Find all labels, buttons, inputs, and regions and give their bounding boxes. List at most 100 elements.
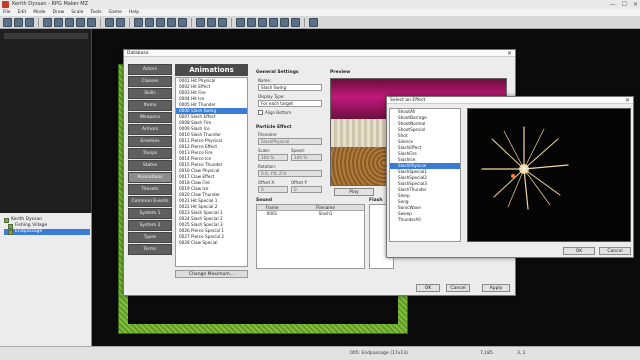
zoom-actual-icon[interactable] bbox=[218, 17, 227, 27]
effect-cancel-button[interactable]: Cancel bbox=[599, 247, 631, 255]
cut-icon[interactable] bbox=[43, 17, 52, 27]
delete-icon[interactable] bbox=[76, 17, 85, 27]
change-maximum-button[interactable]: Change Maximum... bbox=[175, 270, 248, 278]
cancel-button[interactable]: Cancel bbox=[446, 284, 470, 292]
play-button[interactable]: Play bbox=[334, 188, 374, 196]
menu-mode[interactable]: Mode bbox=[33, 9, 45, 16]
shadow-pen-icon[interactable] bbox=[178, 17, 187, 27]
animations-list[interactable]: 0001 Hit Physical 0002 Hit Effect 0003 H… bbox=[175, 77, 248, 267]
tree-item-map-selected[interactable]: Endpassage bbox=[4, 229, 90, 235]
effect-dialog-title-bar: Select an Effect ✕ bbox=[387, 97, 633, 104]
playtest-icon[interactable] bbox=[309, 17, 318, 27]
rotation-field[interactable]: 0.0, Y:0, Z:0 bbox=[258, 170, 322, 177]
open-project-icon[interactable] bbox=[14, 17, 23, 27]
event-mode-icon[interactable] bbox=[116, 17, 125, 27]
category-common-events[interactable]: Common Events bbox=[128, 196, 172, 207]
category-skills[interactable]: Skills bbox=[128, 88, 172, 99]
new-project-icon[interactable] bbox=[3, 17, 12, 27]
map-icon bbox=[8, 223, 13, 229]
category-classes[interactable]: Classes bbox=[128, 76, 172, 87]
category-states[interactable]: States bbox=[128, 160, 172, 171]
list-item[interactable]: ThunderAll bbox=[390, 217, 460, 223]
undo-icon[interactable] bbox=[87, 17, 96, 27]
category-animations[interactable]: Animations bbox=[128, 172, 172, 183]
category-armors[interactable]: Armors bbox=[128, 124, 172, 135]
map-mode-icon[interactable] bbox=[105, 17, 114, 27]
rotation-label: Rotation: bbox=[258, 164, 277, 169]
flash-header: Flash bbox=[369, 198, 383, 203]
category-types[interactable]: Types bbox=[128, 232, 172, 243]
name-label: Name: bbox=[258, 78, 272, 83]
app-icon bbox=[2, 1, 9, 8]
scale-label: Scale: bbox=[258, 148, 271, 153]
slash-burst-graphic bbox=[481, 126, 569, 210]
offset-x-field[interactable]: 0 bbox=[258, 186, 288, 193]
maximize-button[interactable]: ☐ bbox=[622, 0, 627, 9]
ok-button[interactable]: OK bbox=[416, 284, 440, 292]
copy-icon[interactable] bbox=[54, 17, 63, 27]
category-actors[interactable]: Actors bbox=[128, 64, 172, 75]
category-weapons[interactable]: Weapons bbox=[128, 112, 172, 123]
menu-help[interactable]: Help bbox=[129, 9, 139, 16]
align-bottom-option[interactable]: Align Bottom bbox=[258, 110, 291, 115]
minimize-button[interactable]: — bbox=[610, 0, 616, 9]
database-icon[interactable] bbox=[236, 17, 245, 27]
save-project-icon[interactable] bbox=[25, 17, 34, 27]
align-bottom-checkbox[interactable] bbox=[258, 110, 263, 115]
tileset-palette[interactable] bbox=[0, 29, 92, 213]
speed-label: Speed: bbox=[291, 148, 305, 153]
close-button[interactable]: ✕ bbox=[633, 0, 638, 9]
category-system-1[interactable]: System 1 bbox=[128, 208, 172, 219]
filename-field[interactable]: SlashPhysical bbox=[258, 138, 322, 145]
offset-y-field[interactable]: 0 bbox=[291, 186, 322, 193]
table-row[interactable]: 0001 Slash1 bbox=[257, 211, 364, 217]
preview-header: Preview bbox=[330, 70, 351, 75]
ellipse-icon[interactable] bbox=[156, 17, 165, 27]
category-enemies[interactable]: Enemies bbox=[128, 136, 172, 147]
plugin-manager-icon[interactable] bbox=[247, 17, 256, 27]
apply-button[interactable]: Apply bbox=[482, 284, 510, 292]
sound-table[interactable]: Frame Filename 0001 Slash1 bbox=[256, 204, 365, 269]
menu-edit[interactable]: Edit bbox=[18, 9, 27, 16]
name-field[interactable]: Slash Swing bbox=[258, 84, 322, 91]
column-filename[interactable]: Filename bbox=[287, 205, 364, 210]
list-item[interactable]: 0028 Claw Special bbox=[176, 240, 247, 246]
display-type-select[interactable]: For each target bbox=[258, 100, 322, 107]
menu-draw[interactable]: Draw bbox=[53, 9, 65, 16]
resource-manager-icon[interactable] bbox=[280, 17, 289, 27]
close-icon[interactable]: ✕ bbox=[625, 97, 630, 104]
map-tree[interactable]: Kerith Dyssan Fishing Village Endpassage bbox=[0, 213, 92, 346]
menu-tools[interactable]: Tools bbox=[90, 9, 101, 16]
category-troops[interactable]: Troops bbox=[128, 148, 172, 159]
effect-ok-button[interactable]: OK bbox=[563, 247, 595, 255]
align-bottom-label: Align Bottom bbox=[265, 110, 291, 115]
status-coord-1: 7,185 bbox=[480, 351, 493, 356]
sound-test-icon[interactable] bbox=[258, 17, 267, 27]
effect-list[interactable]: ShootAll ShootBarrage ShootNormal ShootS… bbox=[389, 108, 461, 242]
select-effect-dialog: Select an Effect ✕ ShootAll ShootBarrage… bbox=[386, 96, 634, 258]
palette-strip bbox=[4, 33, 88, 39]
close-icon[interactable]: ✕ bbox=[507, 50, 512, 57]
paste-icon[interactable] bbox=[65, 17, 74, 27]
menu-scale[interactable]: Scale bbox=[71, 9, 83, 16]
category-terms[interactable]: Terms bbox=[128, 244, 172, 255]
character-generator-icon[interactable] bbox=[291, 17, 300, 27]
menu-game[interactable]: Game bbox=[108, 9, 121, 16]
pencil-icon[interactable] bbox=[134, 17, 143, 27]
category-system-2[interactable]: System 2 bbox=[128, 220, 172, 231]
speed-field[interactable]: 100 % bbox=[291, 154, 322, 161]
category-tilesets[interactable]: Tilesets bbox=[128, 184, 172, 195]
scale-field[interactable]: 100 % bbox=[258, 154, 288, 161]
fill-icon[interactable] bbox=[167, 17, 176, 27]
effect-preview bbox=[467, 108, 631, 242]
menu-file[interactable]: File bbox=[3, 9, 11, 16]
map-icon bbox=[8, 229, 13, 235]
category-items[interactable]: Items bbox=[128, 100, 172, 111]
event-searcher-icon[interactable] bbox=[269, 17, 278, 27]
zoom-in-icon[interactable] bbox=[196, 17, 205, 27]
column-frame[interactable]: Frame bbox=[257, 205, 287, 210]
zoom-out-icon[interactable] bbox=[207, 17, 216, 27]
window-title: Kerith Dyssan - RPG Maker MZ bbox=[12, 1, 89, 7]
rectangle-icon[interactable] bbox=[145, 17, 154, 27]
row-frame: 0001 bbox=[266, 211, 278, 216]
